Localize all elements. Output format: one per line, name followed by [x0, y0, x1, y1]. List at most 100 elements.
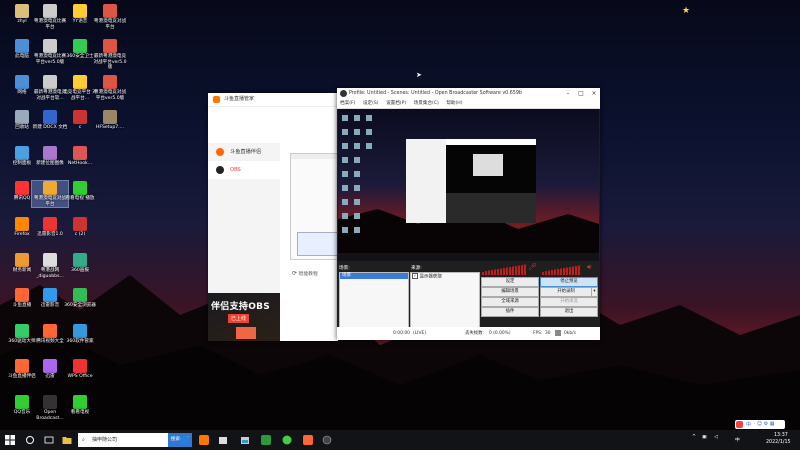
desktop-icon-label: 看看电视: [70, 410, 90, 415]
app-icon: [73, 359, 87, 373]
record-dropdown-button[interactable]: ▾: [591, 287, 598, 297]
cortana-icon[interactable]: [25, 435, 35, 445]
windows-taskbar: ⌕ 抽申随公司 搜索一下 ^ ▣ ◁ 中 13:37 2022/1/15: [0, 430, 800, 450]
tray-chevron-icon[interactable]: ^: [692, 435, 696, 440]
stream-quality: (LIVE): [413, 331, 426, 336]
preview-desktop-image: [338, 109, 599, 261]
app-icon: [15, 288, 29, 302]
source-checkbox[interactable]: ✓: [412, 273, 418, 279]
app-icon: [43, 324, 57, 338]
desktop-icon-label: 360软件管家: [66, 339, 94, 344]
star-icon: ★: [682, 6, 691, 16]
app-icon: [43, 359, 57, 373]
taskbar-search-box[interactable]: ⌕ 抽申随公司 搜索一下: [78, 433, 192, 447]
desktop-icon[interactable]: 看看电视: [62, 395, 98, 416]
app-icon: [43, 4, 57, 18]
app-icon: [15, 39, 29, 53]
ime-indicator[interactable]: 中: [735, 436, 740, 443]
windows-start-icon[interactable]: [5, 435, 15, 445]
app-icon: [73, 4, 87, 18]
source-item[interactable]: ✓ 显示器获取: [411, 273, 479, 280]
app-icon: [73, 324, 87, 338]
mic-volume-meter[interactable]: [482, 263, 532, 275]
fps-label: FPS:: [533, 331, 543, 336]
microphone-icon[interactable]: 🎤︎: [528, 263, 537, 271]
banner-box-icon: [236, 327, 256, 339]
desktop-icon[interactable]: 看看电视 播放: [62, 181, 98, 202]
app-icon: [73, 110, 87, 124]
360-taskbar-icon[interactable]: [282, 435, 292, 445]
global-sources-button[interactable]: 全域来源: [481, 297, 539, 307]
app-icon: [43, 39, 57, 53]
menu-file[interactable]: 档案(F): [340, 101, 355, 106]
green-app-taskbar-icon[interactable]: [261, 435, 271, 445]
minimize-icon[interactable]: –: [562, 88, 574, 99]
obs-control-area: 场景: 场景 来源: ✓ 显示器获取 🎤︎ 🔊︎ 设定 停止预览 编辑场景 开始…: [337, 261, 600, 328]
desktop-icon[interactable]: WPS Office: [62, 359, 98, 380]
app-icon: [73, 146, 87, 160]
app-icon: [43, 288, 57, 302]
douyu-taskbar-icon[interactable]: [199, 435, 209, 445]
stream-time: 0:00:00: [393, 331, 410, 336]
douyu-title-bar[interactable]: 斗鱼直播管家: [208, 93, 338, 107]
obs-taskbar-icon[interactable]: [322, 435, 332, 445]
smart-tutorial-link[interactable]: ⟳ 智能教程: [292, 270, 318, 277]
app-icon: [15, 359, 29, 373]
desktop-icon[interactable]: 粤港澳电竞对战 平台: [92, 4, 128, 30]
start-record-button[interactable]: 开始录制: [540, 287, 592, 297]
stop-preview-button[interactable]: 停止预览: [540, 277, 598, 287]
settings-button[interactable]: 设定: [481, 277, 539, 287]
douyu-companion-taskbar-icon[interactable]: [303, 435, 313, 445]
desktop-icon[interactable]: 最新粤港澳电竞 对战平台ver5.0版: [92, 39, 128, 71]
desktop-icon[interactable]: 360画报: [62, 253, 98, 274]
clock-date[interactable]: 2022/1/15: [766, 440, 791, 445]
exit-button[interactable]: 退出: [540, 307, 598, 317]
explorer-taskbar-icon[interactable]: [218, 435, 228, 445]
maximize-icon[interactable]: □: [575, 88, 587, 99]
ime-toolbar[interactable]: 中 ⸱ ☺ ⚙ ▦: [735, 420, 785, 429]
app-icon: [103, 110, 117, 124]
douyu-obs-banner[interactable]: 伴侣支持OBS 已上线: [208, 293, 280, 341]
desktop-icon[interactable]: c (2): [62, 217, 98, 238]
app-icon: [15, 110, 29, 124]
clock-time[interactable]: 13:37: [774, 433, 788, 438]
edge-icon[interactable]: [180, 435, 190, 445]
desktop-icon[interactable]: NetHook...: [62, 146, 98, 167]
menu-scene-collection[interactable]: 场景集合(C): [414, 101, 439, 106]
sources-label: 来源:: [411, 266, 422, 271]
obs-preview-canvas[interactable]: [338, 109, 599, 261]
dropped-frames-label: 丢失帧数:: [465, 331, 485, 336]
volume-icon[interactable]: ◁: [714, 435, 718, 440]
close-icon[interactable]: ×: [588, 88, 600, 99]
edit-scene-button[interactable]: 编辑场景: [481, 287, 539, 297]
obs-logo-icon: [340, 90, 347, 97]
task-view-icon[interactable]: [44, 435, 54, 445]
app-icon: [43, 253, 57, 267]
desktop-icon[interactable]: 360安全浏览器: [62, 288, 98, 309]
app-icon: [15, 181, 29, 195]
speaker-icon[interactable]: 🔊︎: [587, 263, 591, 272]
douyu-sidebar-item-companion[interactable]: 斗鱼直播伴侣: [208, 143, 280, 161]
obs-window[interactable]: Profile: Untitled - Scenes: Untitled - O…: [337, 88, 600, 340]
refresh-icon: ⟳: [292, 270, 298, 277]
sources-list[interactable]: ✓ 显示器获取: [410, 272, 480, 328]
desktop-icon-label: 360画报: [71, 268, 89, 273]
plugins-button[interactable]: 插件: [481, 307, 539, 317]
desktop-icon[interactable]: 粤港澳电竞对战 平台ver5.0版: [92, 75, 128, 101]
image-viewer-taskbar-icon[interactable]: [240, 435, 250, 445]
menu-help[interactable]: 帮助(H): [446, 101, 462, 106]
desktop-icon[interactable]: 360软件管家: [62, 324, 98, 345]
start-stream-button[interactable]: 开始串流: [540, 297, 598, 307]
menu-profile[interactable]: 设置档(P): [386, 101, 406, 106]
network-icon[interactable]: ▣: [702, 435, 707, 440]
app-icon: [73, 39, 87, 53]
menu-settings[interactable]: 设定(S): [363, 101, 379, 106]
desktop-volume-meter[interactable]: [542, 263, 586, 275]
scene-item[interactable]: 场景: [340, 273, 408, 279]
scenes-list[interactable]: 场景: [339, 272, 409, 328]
douyu-sidebar-item-obs[interactable]: OBS: [208, 161, 280, 179]
douyu-manager-window[interactable]: 斗鱼直播管家 斗鱼直播伴侣 OBS 伴侣支持OBS 已上线 ⟳ 智能教程: [208, 93, 339, 341]
desktop-icon[interactable]: HFSetup7....: [92, 110, 128, 131]
folder-icon[interactable]: [62, 435, 72, 445]
obs-title-bar[interactable]: Profile: Untitled - Scenes: Untitled - O…: [337, 88, 600, 99]
